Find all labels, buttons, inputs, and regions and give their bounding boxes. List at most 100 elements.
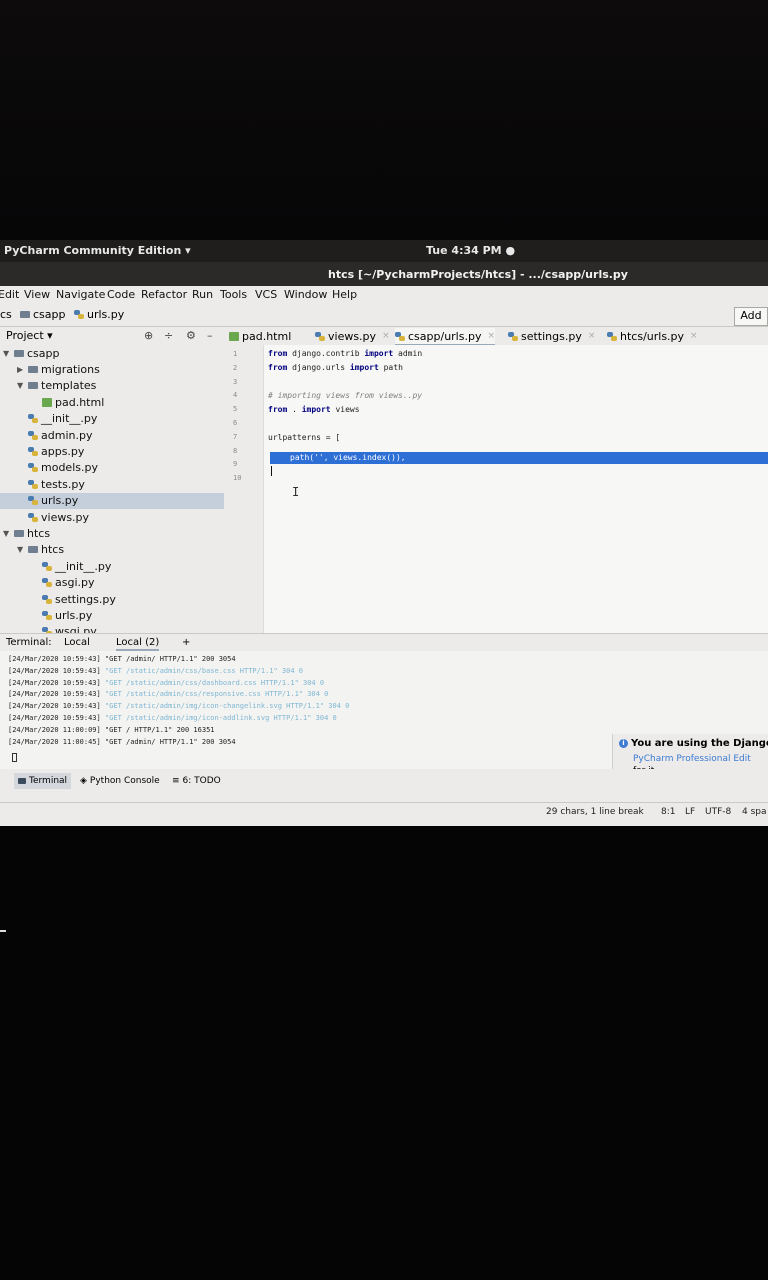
scroll-from-source-icon[interactable]: ⊕ — [144, 329, 153, 342]
tree-item[interactable]: __init__.py — [0, 411, 224, 427]
hide-panel-icon[interactable]: – — [207, 329, 213, 342]
expand-arrow-icon[interactable]: ▼ — [17, 381, 25, 390]
app-menu[interactable]: PyCharm Community Edition ▾ — [4, 244, 191, 257]
todo-tool-button[interactable]: ≡ 6: TODO — [168, 773, 225, 789]
tree-item[interactable]: ▶ migrations — [0, 361, 224, 377]
close-icon[interactable]: × — [382, 331, 390, 341]
mouse-pointer-icon — [0, 930, 6, 932]
log-timestamp: [24/Mar/2020 11:00:45] — [8, 737, 101, 746]
tree-item[interactable]: apps.py — [0, 443, 224, 459]
editor-tab[interactable]: pad.html — [229, 328, 291, 344]
gear-icon[interactable]: ⚙ — [186, 329, 196, 342]
python-file-icon — [28, 446, 38, 456]
tree-item[interactable]: ▼ csapp — [0, 345, 224, 361]
python-file-icon — [315, 331, 325, 341]
project-view-selector[interactable]: Project ▾ — [6, 329, 53, 342]
keyword: import — [301, 405, 331, 414]
tree-item[interactable]: admin.py — [0, 427, 224, 443]
close-icon[interactable]: × — [487, 331, 495, 341]
tree-item[interactable]: urls.py — [0, 607, 224, 623]
menu-refactor[interactable]: Refactor — [141, 288, 187, 301]
tree-item[interactable]: wsgi.py — [0, 624, 224, 633]
python-file-icon — [28, 430, 38, 440]
menu-navigate[interactable]: Navigate — [56, 288, 105, 301]
terminal-line: [24/Mar/2020 10:59:43] "GET /static/admi… — [8, 690, 328, 698]
tool-button-label: Terminal — [29, 776, 68, 786]
expand-arrow-icon[interactable]: ▼ — [3, 529, 11, 538]
tree-item[interactable]: ▼ templates — [0, 378, 224, 394]
indent-setting[interactable]: 4 spa — [742, 807, 767, 817]
tree-item[interactable]: views.py — [0, 509, 224, 525]
tab-label: csapp/urls.py — [408, 329, 482, 343]
line-number: 5 — [233, 405, 238, 414]
editor-tab[interactable]: htcs/urls.py × — [607, 328, 698, 344]
keyword: from — [268, 405, 288, 414]
caret-position[interactable]: 8:1 — [661, 807, 675, 817]
close-icon[interactable]: × — [588, 331, 596, 341]
new-terminal-button[interactable]: + — [182, 637, 190, 648]
collapse-all-icon[interactable]: ÷ — [164, 329, 173, 342]
tree-item[interactable]: pad.html — [0, 394, 224, 410]
tree-item[interactable]: __init__.py — [0, 558, 224, 574]
tree-item[interactable]: tests.py — [0, 476, 224, 492]
tree-item[interactable]: ▼ htcs — [0, 525, 224, 541]
menu-tools[interactable]: Tools — [220, 288, 247, 301]
terminal-cursor — [12, 753, 17, 762]
tree-item[interactable]: models.py — [0, 460, 224, 476]
tab-label: settings.py — [521, 329, 582, 343]
log-timestamp: [24/Mar/2020 10:59:43] — [8, 655, 101, 663]
log-timestamp: [24/Mar/2020 10:59:43] — [8, 714, 101, 722]
python-file-icon — [74, 310, 84, 319]
close-icon[interactable]: × — [690, 331, 698, 341]
tab-label: pad.html — [242, 329, 292, 343]
tree-item-label: pad.html — [55, 395, 105, 409]
menu-run[interactable]: Run — [192, 288, 213, 301]
menu-window[interactable]: Window — [284, 288, 327, 301]
folder-icon — [14, 529, 24, 537]
file-encoding[interactable]: UTF-8 — [705, 807, 731, 817]
add-configuration-button[interactable]: Add — [734, 307, 768, 326]
menu-view[interactable]: View — [24, 288, 50, 301]
terminal-tab-local[interactable]: Local — [64, 637, 90, 648]
expand-arrow-icon[interactable]: ▼ — [3, 349, 11, 358]
tree-item-label: migrations — [41, 362, 100, 376]
selection-info: 29 chars, 1 line break — [546, 807, 644, 817]
menu-edit[interactable]: Edit — [0, 288, 19, 301]
expand-arrow-icon[interactable]: ▼ — [17, 545, 25, 554]
editor-tab[interactable]: csapp/urls.py × — [395, 328, 496, 346]
editor-tabs: pad.html views.py × csapp/urls.py × settings.… — [225, 327, 768, 346]
menu-code[interactable]: Code — [107, 288, 135, 301]
terminal-tool-button[interactable]: Terminal — [14, 773, 72, 789]
menu-vcs[interactable]: VCS — [255, 288, 277, 301]
code-text: django.contrib — [287, 349, 365, 358]
code-line-7: urlpatterns = [ — [268, 433, 341, 442]
tree-item[interactable]: settings.py — [0, 591, 224, 607]
tree-item-label: models.py — [41, 461, 98, 475]
expand-arrow-icon[interactable]: ▶ — [17, 365, 25, 374]
code-editor[interactable]: from django.contrib import admin from dj… — [264, 345, 768, 633]
python-file-icon — [42, 610, 52, 620]
tree-item-label: asgi.py — [55, 576, 95, 590]
python-console-tool-button[interactable]: ◈ Python Console — [76, 773, 164, 789]
editor-tab[interactable]: settings.py × — [508, 328, 595, 344]
system-top-bar: PyCharm Community Edition ▾ Tue 4:34 PM … — [0, 240, 768, 262]
python-file-icon — [42, 578, 52, 588]
breadcrumb-csapp[interactable]: csapp — [20, 308, 65, 321]
breadcrumb-label: cs — [0, 308, 12, 321]
clock[interactable]: Tue 4:34 PM ● — [426, 244, 515, 257]
tree-item[interactable]: ▼ htcs — [0, 542, 224, 558]
pycharm-professional-link[interactable]: PyCharm Professional Edit — [633, 754, 751, 764]
terminal-line: [24/Mar/2020 10:59:43] "GET /static/admi… — [8, 714, 337, 722]
python-file-icon — [42, 561, 52, 571]
editor-tab[interactable]: views.py × — [315, 328, 390, 344]
line-separator[interactable]: LF — [685, 807, 695, 817]
terminal-tab-local-2[interactable]: Local (2) — [116, 637, 160, 651]
menu-help[interactable]: Help — [332, 288, 357, 301]
python-console-icon: ◈ — [80, 776, 87, 786]
breadcrumb-root[interactable]: cs — [0, 308, 12, 321]
breadcrumb-urls[interactable]: urls.py — [74, 308, 124, 321]
tree-item[interactable]: asgi.py — [0, 575, 224, 591]
folder-icon — [14, 349, 24, 357]
tree-item[interactable]: urls.py — [0, 492, 224, 509]
keyword: from — [268, 349, 288, 358]
